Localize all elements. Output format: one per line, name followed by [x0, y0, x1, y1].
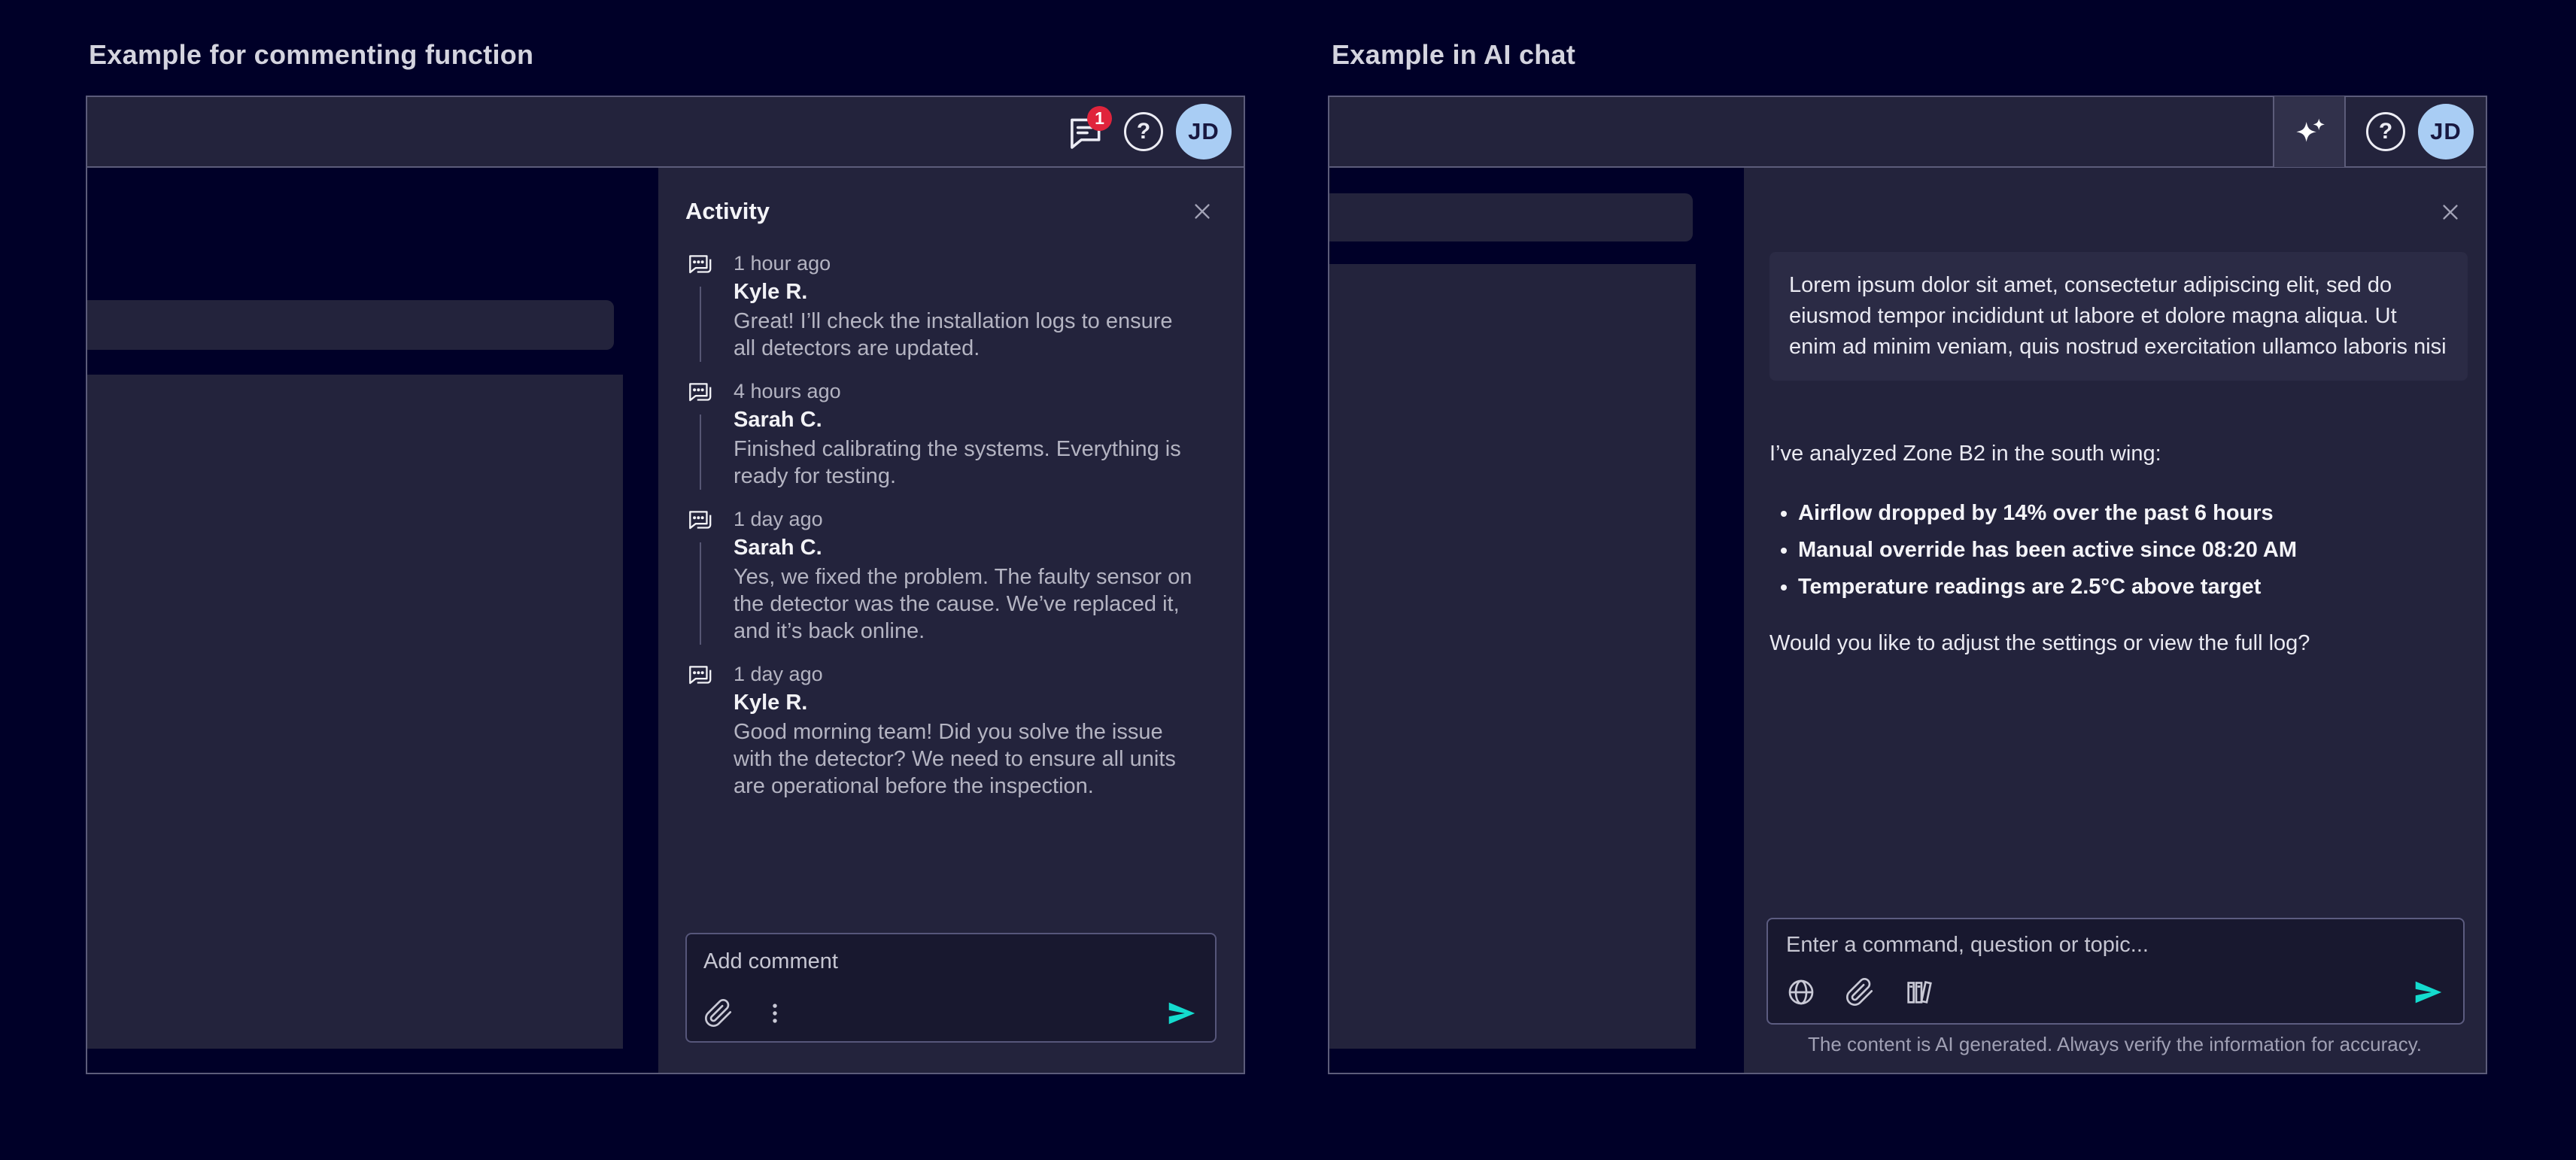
ai-chat-panel: Lorem ipsum dolor sit amet, consectetur …: [1744, 168, 2486, 1073]
activity-panel-header: Activity: [658, 168, 1244, 247]
comment-item: 1 day ago Kyle R. Good morning team! Did…: [685, 661, 1217, 800]
help-button[interactable]: ?: [1114, 97, 1173, 166]
activity-title: Activity: [685, 198, 770, 225]
kebab-menu-icon: [762, 998, 788, 1028]
comment-item: 4 hours ago Sarah C. Finished calibratin…: [685, 378, 1217, 490]
library-icon: [1903, 977, 1934, 1007]
app-header: 1 ? JD: [87, 97, 1244, 168]
content-placeholder-bar: [1329, 193, 1693, 241]
close-icon: [1191, 200, 1214, 223]
comments-button[interactable]: 1: [1056, 97, 1114, 166]
comment-text: Yes, we fixed the problem. The faulty se…: [734, 563, 1200, 645]
more-options-button[interactable]: [762, 998, 788, 1028]
attach-file-button[interactable]: [703, 998, 734, 1028]
ai-bullet: Temperature readings are 2.5°C above tar…: [1798, 573, 2460, 600]
ai-disclaimer: The content is AI generated. Always veri…: [1744, 1033, 2486, 1056]
comment-bubble-icon: [686, 661, 715, 690]
close-activity-button[interactable]: [1189, 199, 1215, 224]
comment-item: 1 hour ago Kyle R. Great! I’ll check the…: [685, 251, 1217, 362]
ai-assistant-button[interactable]: [2273, 96, 2346, 167]
comment-author: Sarah C.: [734, 405, 1200, 434]
close-icon: [2439, 201, 2462, 223]
send-comment-button[interactable]: [1164, 996, 1198, 1031]
chat-input-box: [1766, 918, 2465, 1025]
activity-panel: Activity: [658, 168, 1244, 1073]
send-icon: [2410, 975, 2445, 1010]
comment-time: 4 hours ago: [734, 378, 1200, 404]
ai-bullet: Airflow dropped by 14% over the past 6 h…: [1798, 500, 2460, 527]
web-search-button[interactable]: [1786, 977, 1816, 1007]
help-icon: ?: [2366, 112, 2405, 151]
comment-text: Good morning team! Did you solve the iss…: [734, 718, 1200, 800]
notification-badge: 1: [1087, 106, 1112, 131]
comment-list: 1 hour ago Kyle R. Great! I’ll check the…: [658, 247, 1244, 816]
user-avatar[interactable]: JD: [1176, 104, 1232, 159]
help-button[interactable]: ?: [2356, 97, 2415, 166]
chat-input[interactable]: [1786, 933, 2445, 972]
comment-bubble-icon: [686, 378, 715, 407]
help-icon: ?: [1124, 112, 1163, 151]
comment-time: 1 hour ago: [734, 251, 1200, 276]
content-placeholder-block: [1329, 264, 1696, 1049]
content-placeholder-bar: [87, 300, 614, 350]
close-chat-button[interactable]: [2438, 199, 2463, 225]
ai-response-closing: Would you like to adjust the settings or…: [1769, 629, 2460, 657]
add-comment-input[interactable]: [703, 949, 1198, 993]
user-avatar[interactable]: JD: [2418, 104, 2474, 159]
commenting-card-body: Activity: [87, 168, 1244, 1073]
ai-response-intro: I’ve analyzed Zone B2 in the south wing:: [1769, 439, 2460, 468]
comment-item: 1 day ago Sarah C. Yes, we fixed the pro…: [685, 506, 1217, 645]
app-header: ? JD: [1329, 97, 2486, 168]
content-placeholder-block: [87, 375, 623, 1049]
comment-text: Finished calibrating the systems. Everyt…: [734, 436, 1200, 490]
send-icon: [1164, 996, 1198, 1031]
timeline-connector: [700, 287, 701, 362]
add-comment-box: [685, 933, 1217, 1043]
comment-text: Great! I’ll check the installation logs …: [734, 308, 1200, 362]
commenting-example-card: 1 ? JD Activity: [86, 96, 1245, 1074]
ai-card-body: Lorem ipsum dolor sit amet, consectetur …: [1329, 168, 2486, 1073]
paperclip-icon: [1845, 977, 1875, 1007]
knowledge-library-button[interactable]: [1903, 977, 1934, 1007]
user-message-bubble: Lorem ipsum dolor sit amet, consectetur …: [1769, 252, 2468, 381]
ai-chat-example-card: ? JD Lorem ipsum dolor sit amet, consect…: [1328, 96, 2487, 1074]
ai-response-bullets: Airflow dropped by 14% over the past 6 h…: [1780, 500, 2460, 600]
right-section-title: Example in AI chat: [1332, 39, 1575, 71]
attach-file-button[interactable]: [1845, 977, 1875, 1007]
comment-time: 1 day ago: [734, 506, 1200, 532]
comment-author: Kyle R.: [734, 688, 1200, 717]
comment-author: Sarah C.: [734, 533, 1200, 562]
ai-bullet: Manual override has been active since 08…: [1798, 536, 2460, 563]
send-chat-button[interactable]: [2410, 975, 2445, 1010]
timeline-connector: [700, 542, 701, 645]
comment-time: 1 day ago: [734, 661, 1200, 687]
timeline-connector: [700, 415, 701, 490]
comment-author: Kyle R.: [734, 278, 1200, 306]
left-section-title: Example for commenting function: [89, 39, 533, 71]
comment-bubble-icon: [686, 506, 715, 535]
sparkles-icon: [2290, 112, 2329, 151]
globe-icon: [1786, 977, 1816, 1007]
comment-bubble-icon: [686, 251, 715, 279]
ai-response: I’ve analyzed Zone B2 in the south wing:…: [1769, 439, 2460, 657]
paperclip-icon: [703, 998, 734, 1028]
